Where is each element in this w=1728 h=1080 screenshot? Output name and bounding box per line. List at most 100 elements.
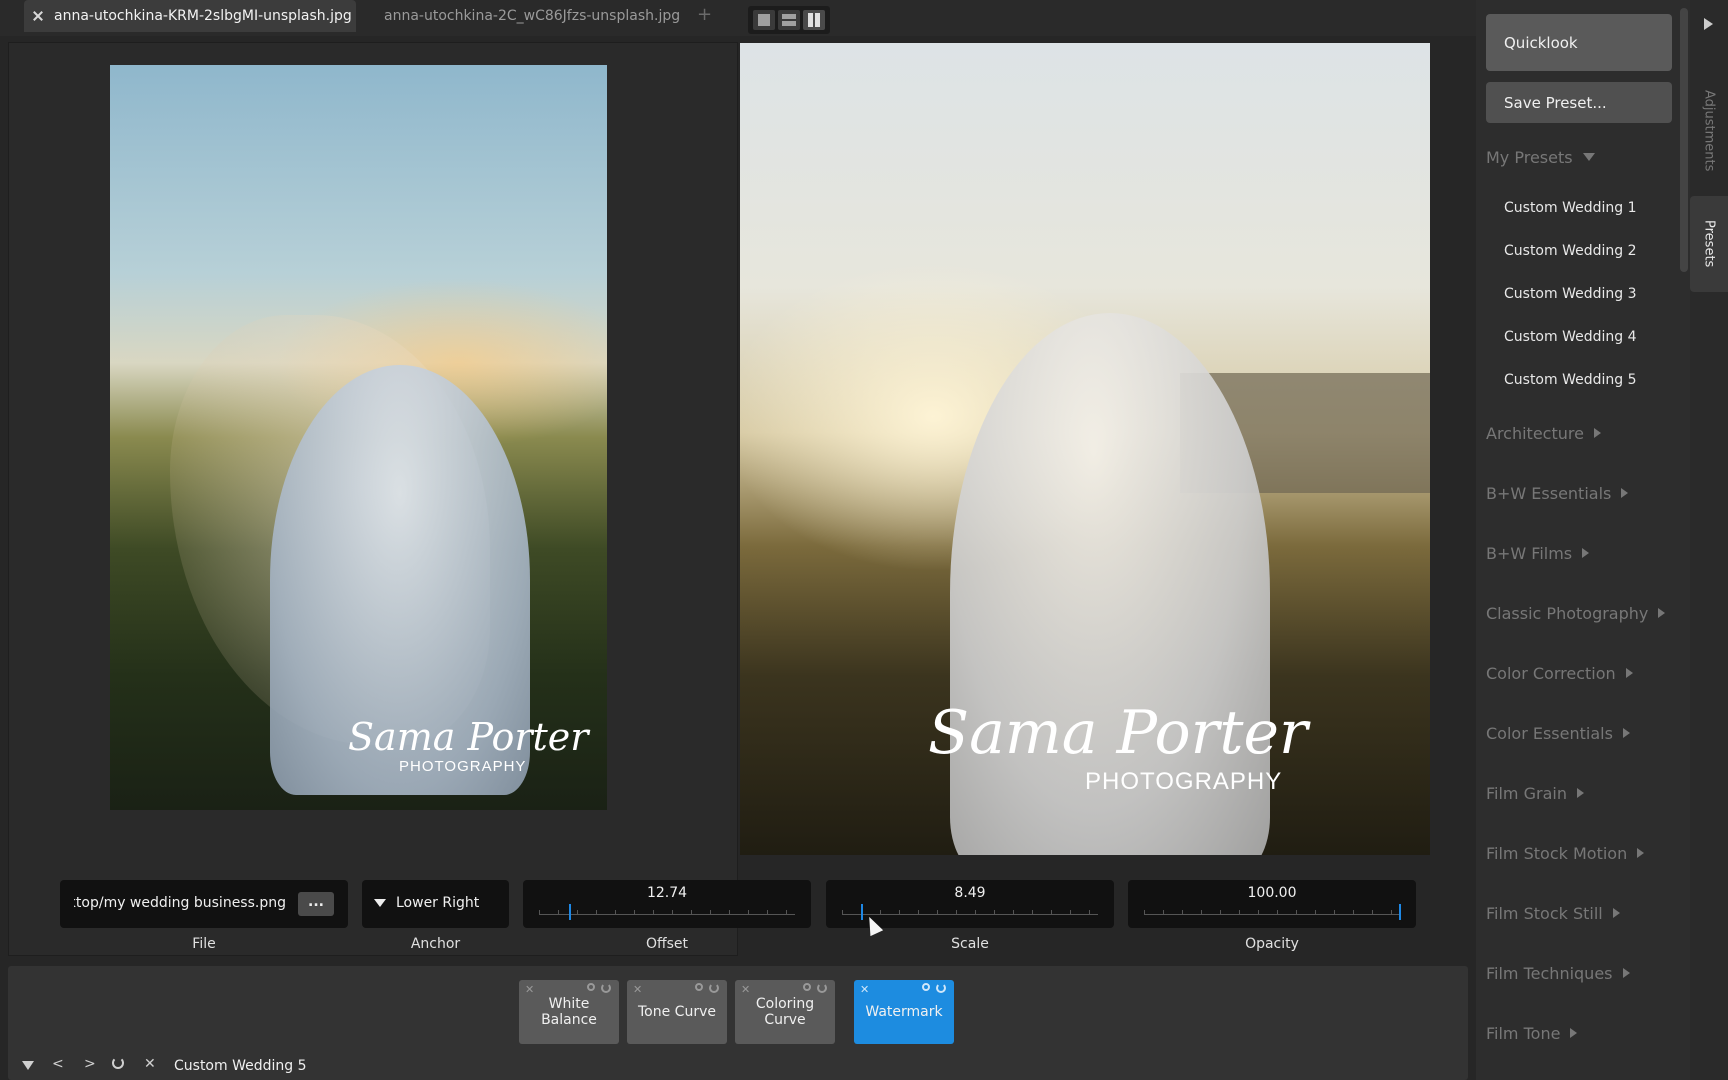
category-film-tone[interactable]: Film Tone — [1486, 1024, 1578, 1043]
slider-handle[interactable] — [568, 904, 571, 920]
anchor-value: Lower Right — [396, 895, 480, 911]
chip-label: Watermark — [865, 1004, 943, 1020]
close-button[interactable]: ✕ — [144, 1056, 156, 1072]
power-icon[interactable] — [112, 1057, 124, 1069]
close-icon[interactable] — [32, 10, 44, 22]
pin-icon[interactable] — [922, 983, 930, 991]
tool-chip-tone-curve[interactable]: ✕ Tone Curve — [627, 980, 727, 1044]
category-architecture[interactable]: Architecture — [1486, 424, 1601, 443]
chevron-right-icon — [1622, 968, 1630, 978]
single-view-icon[interactable] — [753, 10, 776, 30]
power-icon[interactable] — [936, 983, 946, 993]
category-bw-films[interactable]: B+W Films — [1486, 544, 1590, 563]
chip-label: Coloring Curve — [755, 996, 815, 1028]
tool-chip-white-balance[interactable]: ✕ White Balance — [519, 980, 619, 1044]
preset-item[interactable]: Custom Wedding 2 — [1504, 243, 1637, 259]
next-button[interactable]: > — [84, 1056, 96, 1072]
tab-presets[interactable]: Presets — [1690, 196, 1728, 292]
slider-handle[interactable] — [861, 904, 864, 920]
app-window: anna-utochkina-KRM-2slbgMI-unsplash.jpg … — [0, 0, 1728, 1080]
category-color-correction[interactable]: Color Correction — [1486, 664, 1633, 683]
category-color-essentials[interactable]: Color Essentials — [1486, 724, 1630, 743]
offset-value: 12.74 — [646, 885, 688, 901]
opacity-value: 100.00 — [1247, 885, 1297, 901]
chevron-right-icon — [1658, 608, 1666, 618]
chevron-right-icon — [1570, 1028, 1578, 1038]
power-icon[interactable] — [817, 983, 827, 993]
tab-label: anna-utochkina-2C_wC86Jfzs-unsplash.jpg — [384, 8, 681, 24]
offset-label: Offset — [645, 936, 689, 952]
offset-slider[interactable]: 12.74 — [523, 880, 811, 928]
section-label: Architecture — [1486, 424, 1584, 443]
category-bw-essentials[interactable]: B+W Essentials — [1486, 484, 1629, 503]
close-icon[interactable]: ✕ — [525, 982, 534, 998]
anchor-dropdown[interactable]: Lower Right — [362, 880, 509, 928]
category-classic-photography[interactable]: Classic Photography — [1486, 604, 1666, 623]
scale-label: Scale — [951, 936, 989, 952]
pin-icon[interactable] — [695, 983, 703, 991]
preset-item[interactable]: Custom Wedding 4 — [1504, 329, 1637, 345]
photo-bride-veil[interactable]: Sama Porter PHOTOGRAPHY — [110, 65, 607, 810]
slider-ticks — [539, 910, 795, 915]
browse-button[interactable]: ... — [298, 892, 334, 916]
preset-item[interactable]: Custom Wedding 1 — [1504, 200, 1637, 216]
tool-strip: ✕ White Balance ✕ Tone Curve ✕ Coloring Cu… — [8, 966, 1468, 1080]
power-icon[interactable] — [601, 983, 611, 993]
collapse-down-icon[interactable] — [22, 1061, 34, 1070]
play-icon[interactable] — [1704, 18, 1713, 30]
current-preset-name: Custom Wedding 5 — [174, 1058, 307, 1074]
columns-view-icon[interactable] — [802, 10, 825, 30]
section-label: B+W Essentials — [1486, 484, 1612, 503]
section-label: B+W Films — [1486, 544, 1573, 563]
close-icon[interactable]: ✕ — [633, 982, 642, 998]
preset-item[interactable]: Custom Wedding 5 — [1504, 372, 1637, 388]
tab-image-2[interactable]: anna-utochkina-2C_wC86Jfzs-unsplash.jpg — [384, 0, 680, 32]
watermark-script: Sama Porter — [928, 698, 1308, 768]
slider-handle[interactable] — [1399, 904, 1401, 920]
opacity-label: Opacity — [1245, 936, 1299, 952]
slider-ticks — [842, 910, 1098, 915]
tool-chip-watermark[interactable]: ✕ Watermark — [854, 980, 954, 1044]
section-label: Color Essentials — [1486, 724, 1613, 743]
section-label: Film Stock Still — [1486, 904, 1603, 923]
chip-label: Tone Curve — [638, 1004, 716, 1020]
category-film-techniques[interactable]: Film Techniques — [1486, 964, 1630, 983]
photo-bride-field[interactable]: Sama Porter PHOTOGRAPHY — [740, 43, 1430, 855]
tab-image-1[interactable]: anna-utochkina-KRM-2slbgMI-unsplash.jpg — [24, 0, 356, 32]
section-label: Film Grain — [1486, 784, 1567, 803]
slider-ticks — [1144, 910, 1400, 915]
rows-view-icon[interactable] — [777, 10, 800, 30]
chevron-right-icon — [1621, 488, 1629, 498]
file-path: esktop/my wedding business.png — [74, 895, 286, 911]
chevron-right-icon — [1622, 728, 1630, 738]
power-icon[interactable] — [709, 983, 719, 993]
chevron-right-icon — [1576, 788, 1584, 798]
section-label: Color Correction — [1486, 664, 1616, 683]
section-label: Film Tone — [1486, 1024, 1561, 1043]
tool-chip-coloring-curve[interactable]: ✕ Coloring Curve — [735, 980, 835, 1044]
side-tab-strip: Adjustments Presets — [1690, 0, 1728, 1080]
section-label: Film Stock Motion — [1486, 844, 1628, 863]
category-film-stock-still[interactable]: Film Stock Still — [1486, 904, 1620, 923]
scale-value: 8.49 — [954, 885, 986, 901]
chevron-down-icon — [1582, 153, 1595, 161]
pin-icon[interactable] — [587, 983, 595, 991]
tab-adjustments[interactable]: Adjustments — [1690, 86, 1728, 176]
save-preset-button[interactable]: Save Preset... — [1486, 82, 1672, 123]
my-presets-header[interactable]: My Presets — [1486, 148, 1595, 167]
section-label: My Presets — [1486, 148, 1573, 167]
previous-button[interactable]: < — [52, 1056, 64, 1072]
add-tab-button[interactable]: + — [697, 4, 712, 25]
category-film-grain[interactable]: Film Grain — [1486, 784, 1584, 803]
panel-scrollbar[interactable] — [1680, 8, 1688, 272]
file-field[interactable]: esktop/my wedding business.png ... — [60, 880, 348, 928]
opacity-slider[interactable]: 100.00 — [1128, 880, 1416, 928]
close-icon[interactable]: ✕ — [741, 982, 750, 998]
preset-item[interactable]: Custom Wedding 3 — [1504, 286, 1637, 302]
watermark-subtitle: PHOTOGRAPHY — [399, 758, 527, 775]
close-icon[interactable]: ✕ — [860, 982, 869, 998]
file-label: File — [192, 936, 216, 952]
pin-icon[interactable] — [803, 983, 811, 991]
quicklook-button[interactable]: Quicklook — [1486, 14, 1672, 71]
category-film-stock-motion[interactable]: Film Stock Motion — [1486, 844, 1645, 863]
